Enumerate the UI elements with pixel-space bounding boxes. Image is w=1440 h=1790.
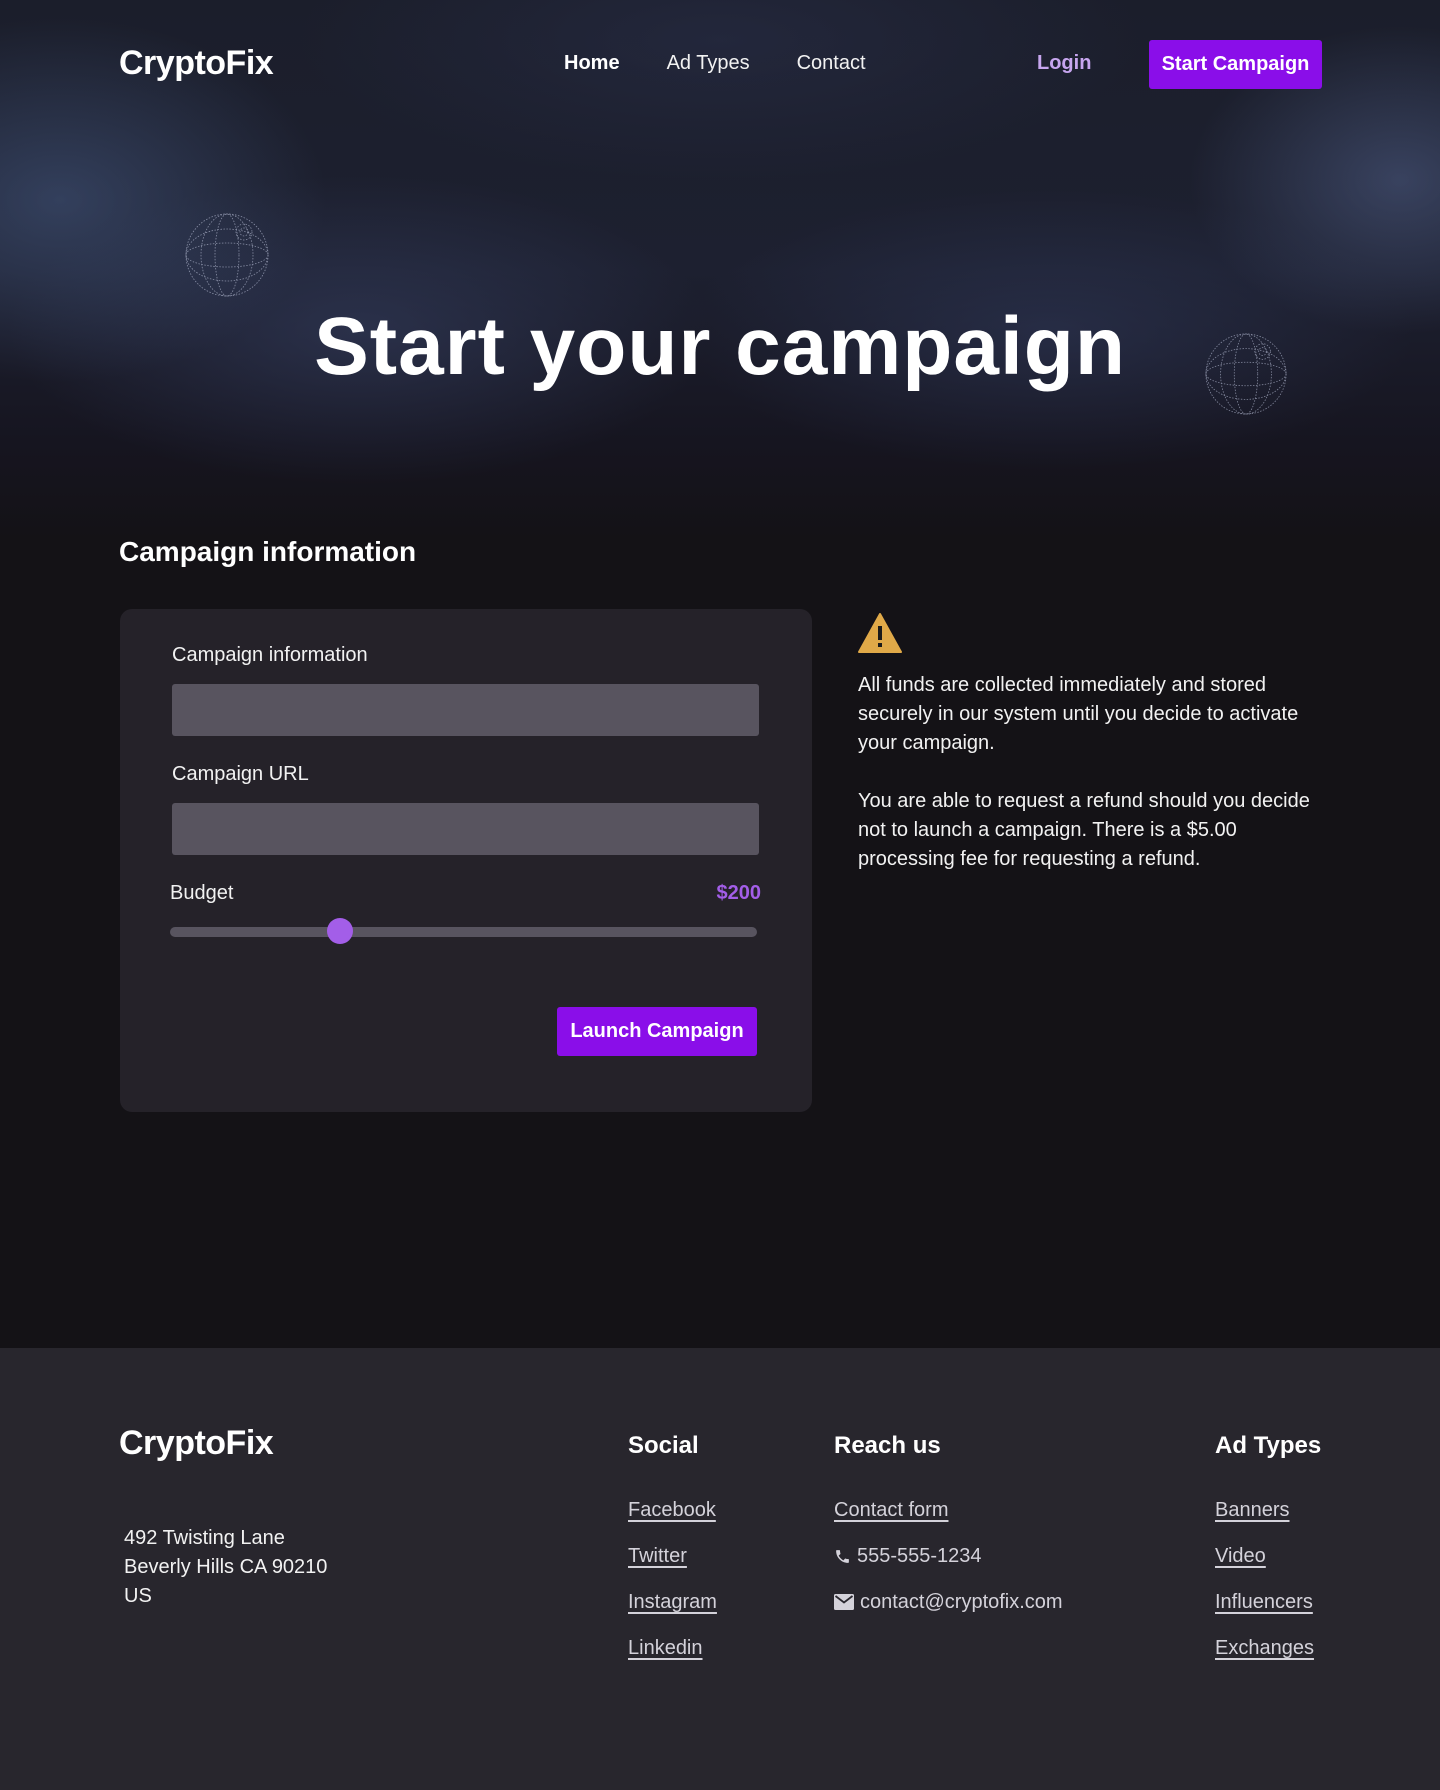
footer-link-exchanges[interactable]: Exchanges [1215, 1637, 1321, 1683]
footer-reach-column: Reach us Contact form 555-555-1234 conta… [834, 1432, 1063, 1637]
nav-link-home[interactable]: Home [564, 52, 620, 75]
footer-link-twitter[interactable]: Twitter [628, 1545, 717, 1591]
campaign-url-input[interactable] [172, 803, 759, 855]
address-line: 492 Twisting Lane [124, 1527, 285, 1549]
campaign-info-input[interactable] [172, 684, 759, 736]
launch-campaign-button[interactable]: Launch Campaign [557, 1007, 757, 1056]
notice-paragraph: You are able to request a refund should … [858, 790, 1310, 870]
site-footer: CryptoFix 492 Twisting Lane Beverly Hill… [0, 1348, 1440, 1790]
footer-ad-types-column: Ad Types Banners Video Influencers Excha… [1215, 1432, 1321, 1683]
footer-reach-title: Reach us [834, 1432, 941, 1459]
campaign-form: Campaign information Campaign URL Budget… [120, 609, 812, 1112]
budget-value: $200 [716, 882, 762, 904]
budget-label: Budget [170, 882, 234, 904]
globe-decoration-icon [185, 213, 269, 297]
footer-phone[interactable]: 555-555-1234 [834, 1545, 1063, 1591]
campaign-info-label: Campaign information [172, 644, 368, 666]
campaign-url-label: Campaign URL [172, 763, 309, 785]
section-title: Campaign information [119, 536, 417, 567]
page-title: Start your campaign [314, 301, 1126, 392]
brand-logo[interactable]: CryptoFix [119, 44, 274, 83]
login-link[interactable]: Login [1037, 52, 1091, 75]
budget-slider-handle[interactable] [327, 918, 354, 944]
footer-address: 492 Twisting Lane Beverly Hills CA 90210… [124, 1524, 327, 1611]
address-line: US [124, 1585, 152, 1607]
phone-number: 555-555-1234 [857, 1545, 982, 1567]
phone-icon [836, 1550, 849, 1563]
footer-link-contact-form[interactable]: Contact form [834, 1499, 1063, 1545]
footer-link-influencers[interactable]: Influencers [1215, 1591, 1321, 1637]
footer-email[interactable]: contact@cryptofix.com [834, 1591, 1063, 1637]
footer-ad-types-title: Ad Types [1215, 1432, 1322, 1459]
email-address: contact@cryptofix.com [860, 1591, 1063, 1613]
top-navigation: CryptoFix Home Ad Types Contact Login St… [0, 40, 1440, 89]
warning-icon [858, 613, 902, 653]
refund-notice: All funds are collected immediately and … [857, 612, 1317, 903]
footer-social-column: Social Facebook Twitter Instagram Linked… [628, 1432, 717, 1683]
mail-icon [834, 1594, 854, 1610]
footer-social-title: Social [628, 1432, 699, 1459]
nav-link-contact[interactable]: Contact [797, 52, 866, 75]
footer-link-facebook[interactable]: Facebook [628, 1499, 717, 1545]
notice-paragraph: All funds are collected immediately and … [858, 674, 1299, 754]
nav-links: Home Ad Types Contact [564, 52, 866, 75]
nav-link-ad-types[interactable]: Ad Types [667, 52, 750, 75]
address-line: Beverly Hills CA 90210 [124, 1556, 328, 1578]
footer-link-video[interactable]: Video [1215, 1545, 1321, 1591]
footer-link-banners[interactable]: Banners [1215, 1499, 1321, 1545]
footer-logo[interactable]: CryptoFix [119, 1424, 274, 1463]
start-campaign-button[interactable]: Start Campaign [1149, 40, 1322, 89]
budget-slider[interactable] [170, 927, 757, 937]
footer-link-linkedin[interactable]: Linkedin [628, 1637, 717, 1683]
footer-link-instagram[interactable]: Instagram [628, 1591, 717, 1637]
